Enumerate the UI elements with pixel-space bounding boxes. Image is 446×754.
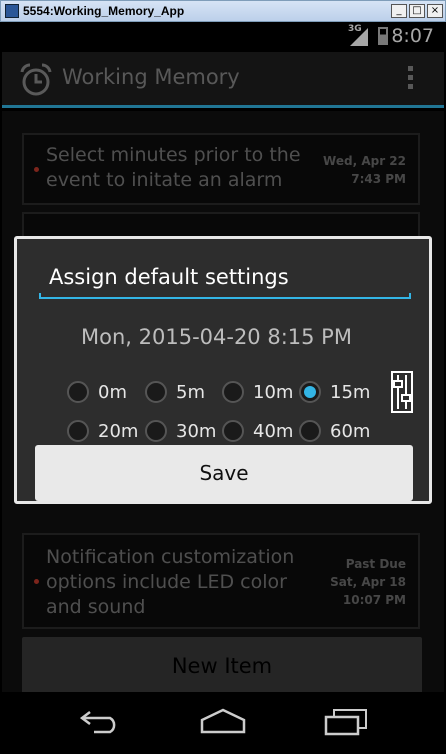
radio-0m[interactable]: 0m [67, 380, 127, 404]
back-icon[interactable] [80, 708, 122, 734]
dialog-datetime: Mon, 2015-04-20 8:15 PM [81, 325, 352, 349]
radio-40m[interactable]: 40m [222, 419, 293, 443]
radio-60m[interactable]: 60m [299, 419, 370, 443]
radio-20m[interactable]: 20m [67, 419, 138, 443]
dialog-title-underline [39, 293, 411, 299]
radio-circle [299, 420, 321, 442]
android-screen: 3G 8:07 Working Memory Select minutes pr… [2, 22, 444, 752]
radio-circle [145, 420, 167, 442]
radio-circle [145, 381, 167, 403]
radio-label: 5m [176, 381, 205, 403]
radio-circle [299, 381, 321, 403]
home-icon[interactable] [200, 708, 246, 734]
radio-label: 0m [98, 381, 127, 403]
radio-label: 60m [330, 420, 371, 442]
window-title: 5554:Working_Memory_App [23, 4, 185, 18]
save-button[interactable]: Save [35, 445, 413, 501]
radio-label: 40m [253, 420, 294, 442]
settings-sliders-icon[interactable] [391, 371, 413, 413]
default-settings-dialog: Assign default settings Mon, 2015-04-20 … [14, 236, 432, 504]
window-title-bar: 5554:Working_Memory_App _ □ × [0, 0, 446, 22]
radio-circle [222, 381, 244, 403]
radio-label: 15m [330, 381, 371, 403]
close-button[interactable]: × [427, 4, 443, 18]
radio-5m[interactable]: 5m [145, 380, 205, 404]
radio-30m[interactable]: 30m [145, 419, 216, 443]
radio-label: 10m [253, 381, 294, 403]
maximize-button[interactable]: □ [409, 4, 425, 18]
radio-circle [222, 420, 244, 442]
minimize-button[interactable]: _ [391, 4, 407, 18]
radio-label: 20m [98, 420, 139, 442]
radio-10m[interactable]: 10m [222, 380, 293, 404]
navigation-bar [2, 692, 444, 752]
radio-circle [67, 381, 89, 403]
radio-label: 30m [176, 420, 217, 442]
dialog-title: Assign default settings [49, 265, 289, 289]
radio-15m[interactable]: 15m [299, 380, 370, 404]
app-window-icon [5, 4, 19, 18]
radio-circle [67, 420, 89, 442]
recents-icon[interactable] [324, 708, 368, 736]
